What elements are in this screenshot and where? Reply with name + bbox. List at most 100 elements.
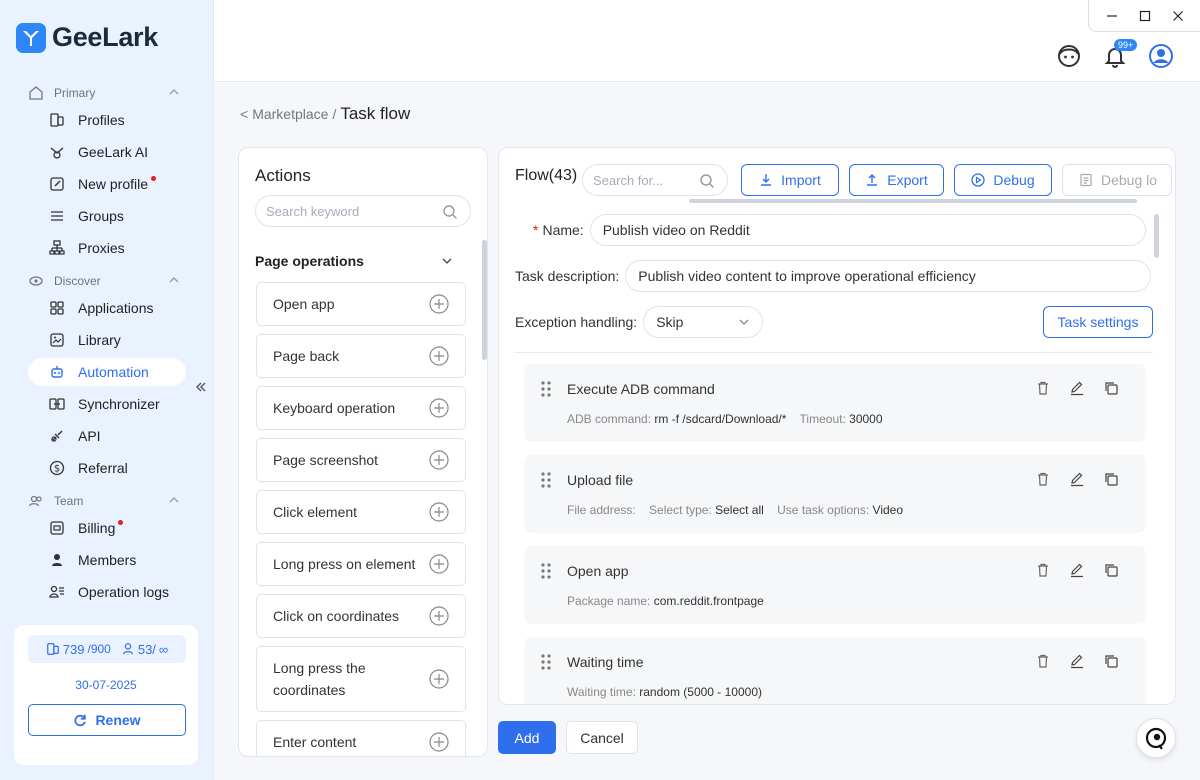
toolbar-scrollbar[interactable] (689, 199, 1137, 203)
action-item-keyboard-operation[interactable]: Keyboard operation (256, 386, 466, 430)
assistant-float-button[interactable] (1136, 718, 1176, 758)
section-team[interactable]: Team (28, 493, 184, 509)
sidebar-item-applications[interactable]: Applications (28, 294, 186, 322)
maximize-icon[interactable] (1139, 10, 1151, 22)
add-circle-icon[interactable] (429, 669, 449, 689)
renew-button[interactable]: Renew (28, 704, 186, 736)
edit-icon[interactable] (1069, 653, 1085, 669)
drag-handle-icon[interactable] (541, 380, 551, 398)
sidebar-item-billing[interactable]: Billing (28, 514, 186, 542)
sidebar-item-profiles[interactable]: Profiles (28, 106, 186, 134)
close-icon[interactable] (1172, 10, 1184, 22)
minimize-icon[interactable] (1106, 10, 1118, 22)
sidebar-item-members[interactable]: Members (28, 546, 186, 574)
sidebar-item-groups[interactable]: Groups (28, 202, 186, 230)
edit-icon[interactable] (1069, 380, 1085, 396)
action-item-open-app[interactable]: Open app (256, 282, 466, 326)
user-avatar-icon[interactable] (1148, 43, 1174, 69)
step-card[interactable]: Waiting time Waiting time: random (5000 … (525, 637, 1145, 704)
copy-icon[interactable] (1103, 653, 1119, 669)
step-card[interactable]: Upload file File address: Select type: S… (525, 455, 1145, 531)
drag-handle-icon[interactable] (541, 653, 551, 671)
section-primary[interactable]: Primary (28, 85, 184, 101)
sidebar-item-referral[interactable]: $ Referral (28, 454, 186, 482)
profiles-icon (48, 111, 66, 129)
notifications-button[interactable]: 99+ (1102, 39, 1138, 69)
chevron-down-icon (739, 319, 749, 325)
add-circle-icon[interactable] (429, 732, 449, 752)
add-circle-icon[interactable] (429, 294, 449, 314)
step-param-value: 30000 (849, 412, 883, 426)
copy-icon[interactable] (1103, 562, 1119, 578)
sidebar-item-synchronizer[interactable]: Synchronizer (28, 390, 186, 418)
sidebar-item-automation[interactable]: Automation (28, 358, 186, 386)
action-item-page-screenshot[interactable]: Page screenshot (256, 438, 466, 482)
export-button[interactable]: Export (849, 164, 944, 196)
action-item-click-element[interactable]: Click element (256, 490, 466, 534)
name-input[interactable]: Publish video on Reddit (589, 214, 1146, 246)
collapse-sidebar-icon[interactable] (195, 381, 207, 393)
debug-button[interactable]: Debug (954, 164, 1052, 196)
cancel-button[interactable]: Cancel (566, 721, 638, 754)
flow-scrollbar[interactable] (1154, 214, 1159, 258)
delete-icon[interactable] (1035, 562, 1051, 578)
sidebar-item-new-profile[interactable]: New profile (28, 170, 186, 198)
sidebar-item-label: Profiles (78, 112, 125, 128)
chevron-up-icon (169, 277, 179, 283)
description-input[interactable]: Publish video content to improve operati… (625, 260, 1152, 292)
copy-icon[interactable] (1103, 471, 1119, 487)
sidebar-item-proxies[interactable]: Proxies (28, 234, 186, 262)
notification-dot (151, 175, 157, 181)
actions-scrollbar[interactable] (482, 240, 487, 360)
group-page-operations[interactable]: Page operations (255, 253, 453, 269)
task-settings-button[interactable]: Task settings (1043, 306, 1153, 338)
debug-label: Debug (993, 172, 1035, 188)
action-item-enter-content[interactable]: Enter content (256, 720, 466, 756)
exception-value: Skip (656, 314, 684, 330)
drag-handle-icon[interactable] (541, 562, 551, 580)
add-circle-icon[interactable] (429, 554, 449, 574)
section-discover[interactable]: Discover (28, 273, 184, 289)
step-actions (1035, 471, 1119, 487)
chevron-up-icon (169, 89, 179, 95)
sidebar-item-operation-logs[interactable]: Operation logs (28, 578, 186, 606)
breadcrumb-marketplace[interactable]: Marketplace (252, 106, 328, 122)
support-icon[interactable] (1056, 43, 1082, 69)
add-button[interactable]: Add (498, 721, 556, 754)
add-circle-icon[interactable] (429, 398, 449, 418)
sidebar-item-library[interactable]: Library (28, 326, 186, 354)
copy-icon[interactable] (1103, 380, 1119, 396)
back-chevron-icon[interactable]: < (240, 106, 248, 122)
action-item-page-back[interactable]: Page back (256, 334, 466, 378)
edit-icon[interactable] (1069, 562, 1085, 578)
debug-log-button[interactable]: Debug lo (1062, 164, 1172, 196)
step-card[interactable]: Open app Package name: com.reddit.frontp… (525, 546, 1145, 622)
edit-icon[interactable] (1069, 471, 1085, 487)
add-circle-icon[interactable] (429, 606, 449, 626)
search-icon (700, 174, 714, 188)
expiry-date: 30-07-2025 (75, 678, 137, 692)
action-item-click-coordinates[interactable]: Click on coordinates (256, 594, 466, 638)
sidebar-item-api[interactable]: API (28, 422, 186, 450)
flow-search-input[interactable]: Search for... (582, 164, 728, 196)
action-label: Click element (273, 504, 358, 520)
action-item-long-press-element[interactable]: Long press on element (256, 542, 466, 586)
exception-select[interactable]: Skip (643, 306, 764, 338)
breadcrumb: < Marketplace / Task flow (240, 104, 410, 124)
drag-handle-icon[interactable] (541, 471, 551, 489)
ai-icon (48, 143, 66, 161)
delete-icon[interactable] (1035, 380, 1051, 396)
add-circle-icon[interactable] (429, 450, 449, 470)
profiles-used: 739 (62, 641, 85, 657)
add-circle-icon[interactable] (429, 502, 449, 522)
step-card[interactable]: Execute ADB command ADB command: rm -f /… (525, 364, 1145, 440)
import-button[interactable]: Import (741, 164, 839, 196)
delete-icon[interactable] (1035, 471, 1051, 487)
name-value: Publish video on Reddit (602, 222, 750, 238)
add-circle-icon[interactable] (429, 346, 449, 366)
action-search-input[interactable]: Search keyword (255, 195, 471, 227)
action-item-long-press-coordinates[interactable]: Long press the coordinates (256, 646, 466, 712)
action-label: Page screenshot (273, 452, 379, 468)
sidebar-item-geelark-ai[interactable]: GeeLark AI (28, 138, 186, 166)
delete-icon[interactable] (1035, 653, 1051, 669)
